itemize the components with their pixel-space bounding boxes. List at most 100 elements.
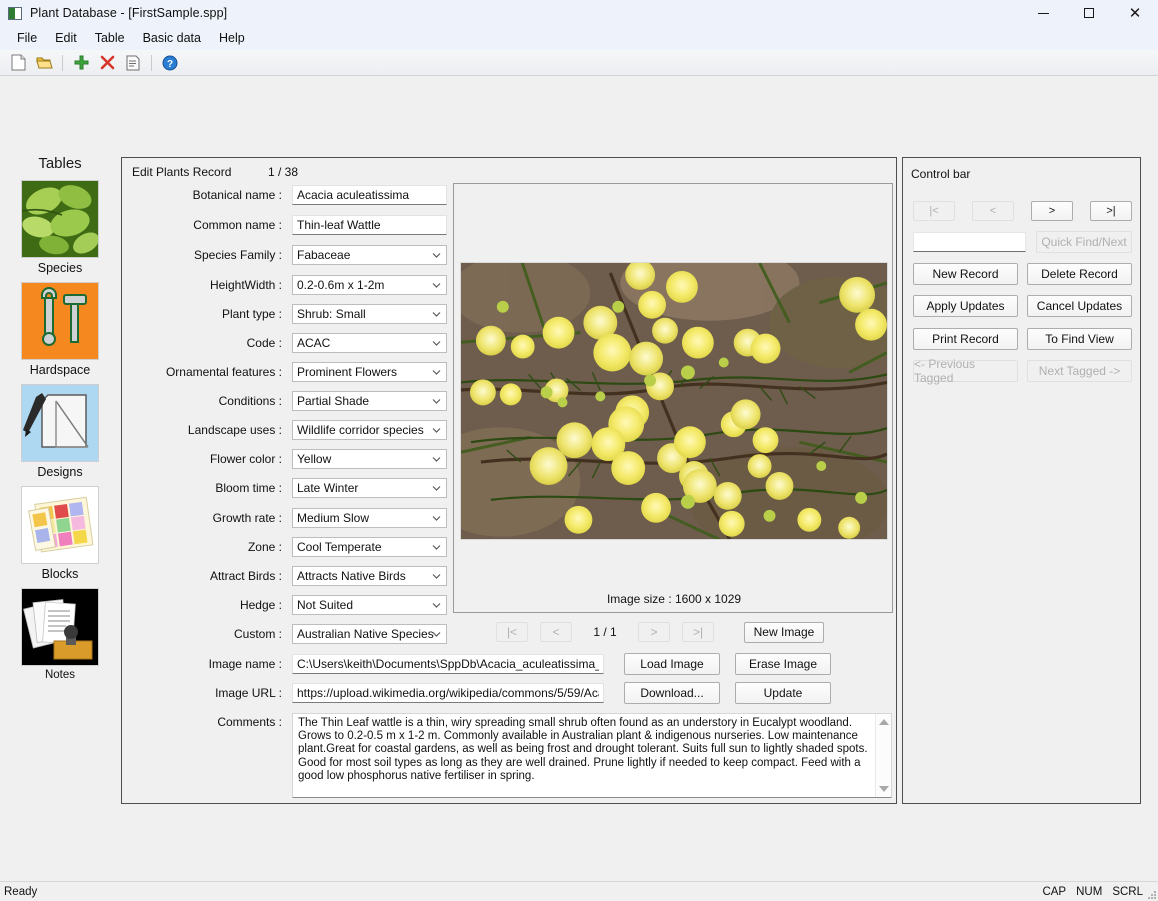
sidebar-label-species: Species — [37, 261, 83, 275]
label-bloom-time: Bloom time : — [215, 481, 282, 495]
combo-code[interactable]: ACAC — [292, 333, 447, 353]
field-species-family: Species Family : Fabaceae — [132, 244, 457, 266]
report-button[interactable] — [121, 52, 145, 74]
control-bar-title: Control bar — [911, 167, 971, 181]
plant-photo[interactable] — [460, 262, 888, 540]
combo-value-species-family: Fabaceae — [297, 248, 351, 262]
label-zone: Zone : — [247, 540, 282, 554]
combo-ornamental-features[interactable]: Prominent Flowers — [292, 362, 447, 382]
open-folder-icon — [35, 57, 53, 69]
combo-species-family[interactable]: Fabaceae — [292, 245, 447, 265]
new-file-button[interactable] — [6, 52, 30, 74]
input-image-url[interactable] — [292, 683, 604, 703]
edit-plants-panel: Edit Plants Record 1 / 38 Botanical name… — [121, 157, 897, 804]
resize-grip-icon[interactable] — [1145, 888, 1157, 900]
chevron-down-icon — [432, 281, 441, 290]
scroll-up-icon[interactable] — [876, 714, 892, 730]
scroll-down-icon[interactable] — [876, 781, 892, 797]
combo-bloom-time[interactable]: Late Winter — [292, 478, 447, 498]
combo-height-width[interactable]: 0.2-0.6m x 1-2m — [292, 275, 447, 295]
quick-find-input[interactable] — [913, 232, 1026, 252]
label-image-url: Image URL : — [215, 686, 282, 700]
chevron-down-icon — [432, 572, 441, 581]
field-attract-birds: Attract Birds : Attracts Native Birds — [132, 565, 457, 587]
load-image-button[interactable]: Load Image — [624, 653, 720, 675]
comments-scrollbar[interactable] — [875, 714, 891, 797]
sidebar-item-notes[interactable]: Notes — [0, 588, 120, 681]
record-next-button[interactable]: > — [1031, 201, 1073, 221]
combo-zone[interactable]: Cool Temperate — [292, 537, 447, 557]
record-last-button[interactable]: >| — [1090, 201, 1132, 221]
minimize-button[interactable] — [1020, 0, 1066, 26]
field-plant-type: Plant type : Shrub: Small — [132, 303, 457, 325]
tables-sidebar: Tables Species Hardspace Designs Blocks … — [0, 155, 120, 688]
combo-attract-birds[interactable]: Attracts Native Birds — [292, 566, 447, 586]
menu-table[interactable]: Table — [86, 28, 134, 48]
add-record-button[interactable] — [69, 52, 93, 74]
image-prev-button[interactable]: < — [540, 622, 572, 642]
close-button[interactable]: ✕ — [1112, 0, 1158, 26]
previous-tagged-button[interactable]: <- Previous Tagged — [913, 357, 1018, 385]
combo-value-landscape-uses: Wildlife corridor species — [297, 423, 424, 437]
combo-value-custom: Australian Native Species — [297, 627, 434, 641]
input-image-name[interactable] — [292, 654, 604, 674]
erase-image-button[interactable]: Erase Image — [735, 653, 831, 675]
record-first-button[interactable]: |< — [913, 201, 955, 221]
status-message: Ready — [4, 885, 38, 898]
download-button[interactable]: Download... — [624, 682, 720, 704]
open-folder-button[interactable] — [32, 52, 56, 74]
input-common-name[interactable] — [292, 215, 447, 235]
status-scrl: SCRL — [1112, 885, 1143, 898]
menu-bar: File Edit Table Basic data Help — [0, 26, 1158, 50]
combo-growth-rate[interactable]: Medium Slow — [292, 508, 447, 528]
comments-textarea[interactable]: The Thin Leaf wattle is a thin, wiry spr… — [292, 713, 892, 798]
sidebar-item-species[interactable]: Species — [0, 180, 120, 275]
record-prev-button[interactable]: < — [972, 201, 1014, 221]
chevron-down-icon — [432, 368, 441, 377]
new-record-button[interactable]: New Record — [913, 263, 1018, 285]
delete-record-button[interactable]: Delete Record — [1027, 263, 1132, 285]
image-first-button[interactable]: |< — [496, 622, 528, 642]
menu-help[interactable]: Help — [210, 28, 254, 48]
image-navigation-bar: |< < 1 / 1 > >| New Image — [453, 620, 893, 644]
combo-flower-color[interactable]: Yellow — [292, 449, 447, 469]
print-record-button[interactable]: Print Record — [913, 328, 1018, 350]
menu-basic-data[interactable]: Basic data — [134, 28, 210, 48]
combo-value-plant-type: Shrub: Small — [297, 307, 366, 321]
sidebar-item-blocks[interactable]: Blocks — [0, 486, 120, 581]
label-species-family: Species Family : — [193, 248, 282, 262]
maximize-button[interactable] — [1066, 0, 1112, 26]
combo-conditions[interactable]: Partial Shade — [292, 391, 447, 411]
delete-record-button[interactable] — [95, 52, 119, 74]
cancel-updates-button[interactable]: Cancel Updates — [1027, 295, 1132, 317]
quick-find-next-button[interactable]: Quick Find/Next — [1036, 231, 1132, 253]
combo-value-flower-color: Yellow — [297, 452, 332, 466]
minimize-icon — [1037, 12, 1049, 14]
combo-landscape-uses[interactable]: Wildlife corridor species — [292, 420, 447, 440]
combo-custom[interactable]: Australian Native Species — [292, 624, 447, 644]
plant-photo-canvas — [461, 263, 887, 539]
chevron-down-icon — [432, 514, 441, 523]
label-attract-birds: Attract Birds : — [209, 569, 282, 583]
new-image-button[interactable]: New Image — [744, 621, 824, 643]
next-tagged-button[interactable]: Next Tagged -> — [1027, 360, 1132, 382]
apply-updates-button[interactable]: Apply Updates — [913, 295, 1018, 317]
to-find-view-button[interactable]: To Find View — [1027, 328, 1132, 350]
help-button[interactable]: ? — [158, 52, 182, 74]
image-next-button[interactable]: > — [638, 622, 670, 642]
combo-hedge[interactable]: Not Suited — [292, 595, 447, 615]
combo-plant-type[interactable]: Shrub: Small — [292, 304, 447, 324]
label-code: Code : — [246, 336, 282, 350]
label-custom: Custom : — [233, 627, 282, 641]
menu-edit[interactable]: Edit — [46, 28, 86, 48]
image-page-counter: 1 / 1 — [593, 625, 617, 639]
sidebar-item-designs[interactable]: Designs — [0, 384, 120, 479]
input-botanical-name[interactable] — [292, 185, 447, 205]
field-hedge: Hedge : Not Suited — [132, 594, 457, 616]
maximize-icon — [1084, 8, 1094, 18]
field-growth-rate: Growth rate : Medium Slow — [132, 507, 457, 529]
image-last-button[interactable]: >| — [682, 622, 714, 642]
update-button[interactable]: Update — [735, 682, 831, 704]
sidebar-item-hardspace[interactable]: Hardspace — [0, 282, 120, 377]
menu-file[interactable]: File — [8, 28, 46, 48]
